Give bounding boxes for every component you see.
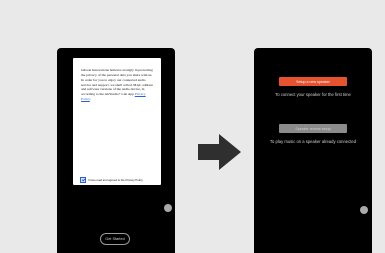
privacy-card: Gibson Innovations believes strongly in … <box>73 58 161 185</box>
agree-label: I have read and agreed to the Privacy Po… <box>88 178 143 182</box>
assistive-touch-icon[interactable] <box>360 206 368 214</box>
speaker-remote-setup-button[interactable]: Speaker remote setup <box>279 124 347 133</box>
left-phone-screen: Gibson Innovations believes strongly in … <box>57 48 175 253</box>
agree-checkbox[interactable] <box>80 177 86 183</box>
right-phone-screen: Setup a new speaker To connect your spea… <box>254 48 372 253</box>
get-started-button[interactable]: Get Started <box>100 233 130 245</box>
setup-new-speaker-button[interactable]: Setup a new speaker <box>279 77 347 86</box>
check-icon <box>81 177 85 182</box>
agree-row[interactable]: I have read and agreed to the Privacy Po… <box>80 177 162 183</box>
canvas: Gibson Innovations believes strongly in … <box>0 0 385 253</box>
assistive-touch-icon[interactable] <box>164 204 172 212</box>
speaker-remote-setup-caption: To play music on a speaker already conne… <box>269 139 357 144</box>
right-arrow-icon <box>198 134 241 170</box>
privacy-statement-end: . <box>89 97 91 102</box>
setup-new-speaker-caption: To connect your speaker for the first ti… <box>275 92 351 97</box>
privacy-statement: Gibson Innovations believes strongly in … <box>81 68 153 102</box>
